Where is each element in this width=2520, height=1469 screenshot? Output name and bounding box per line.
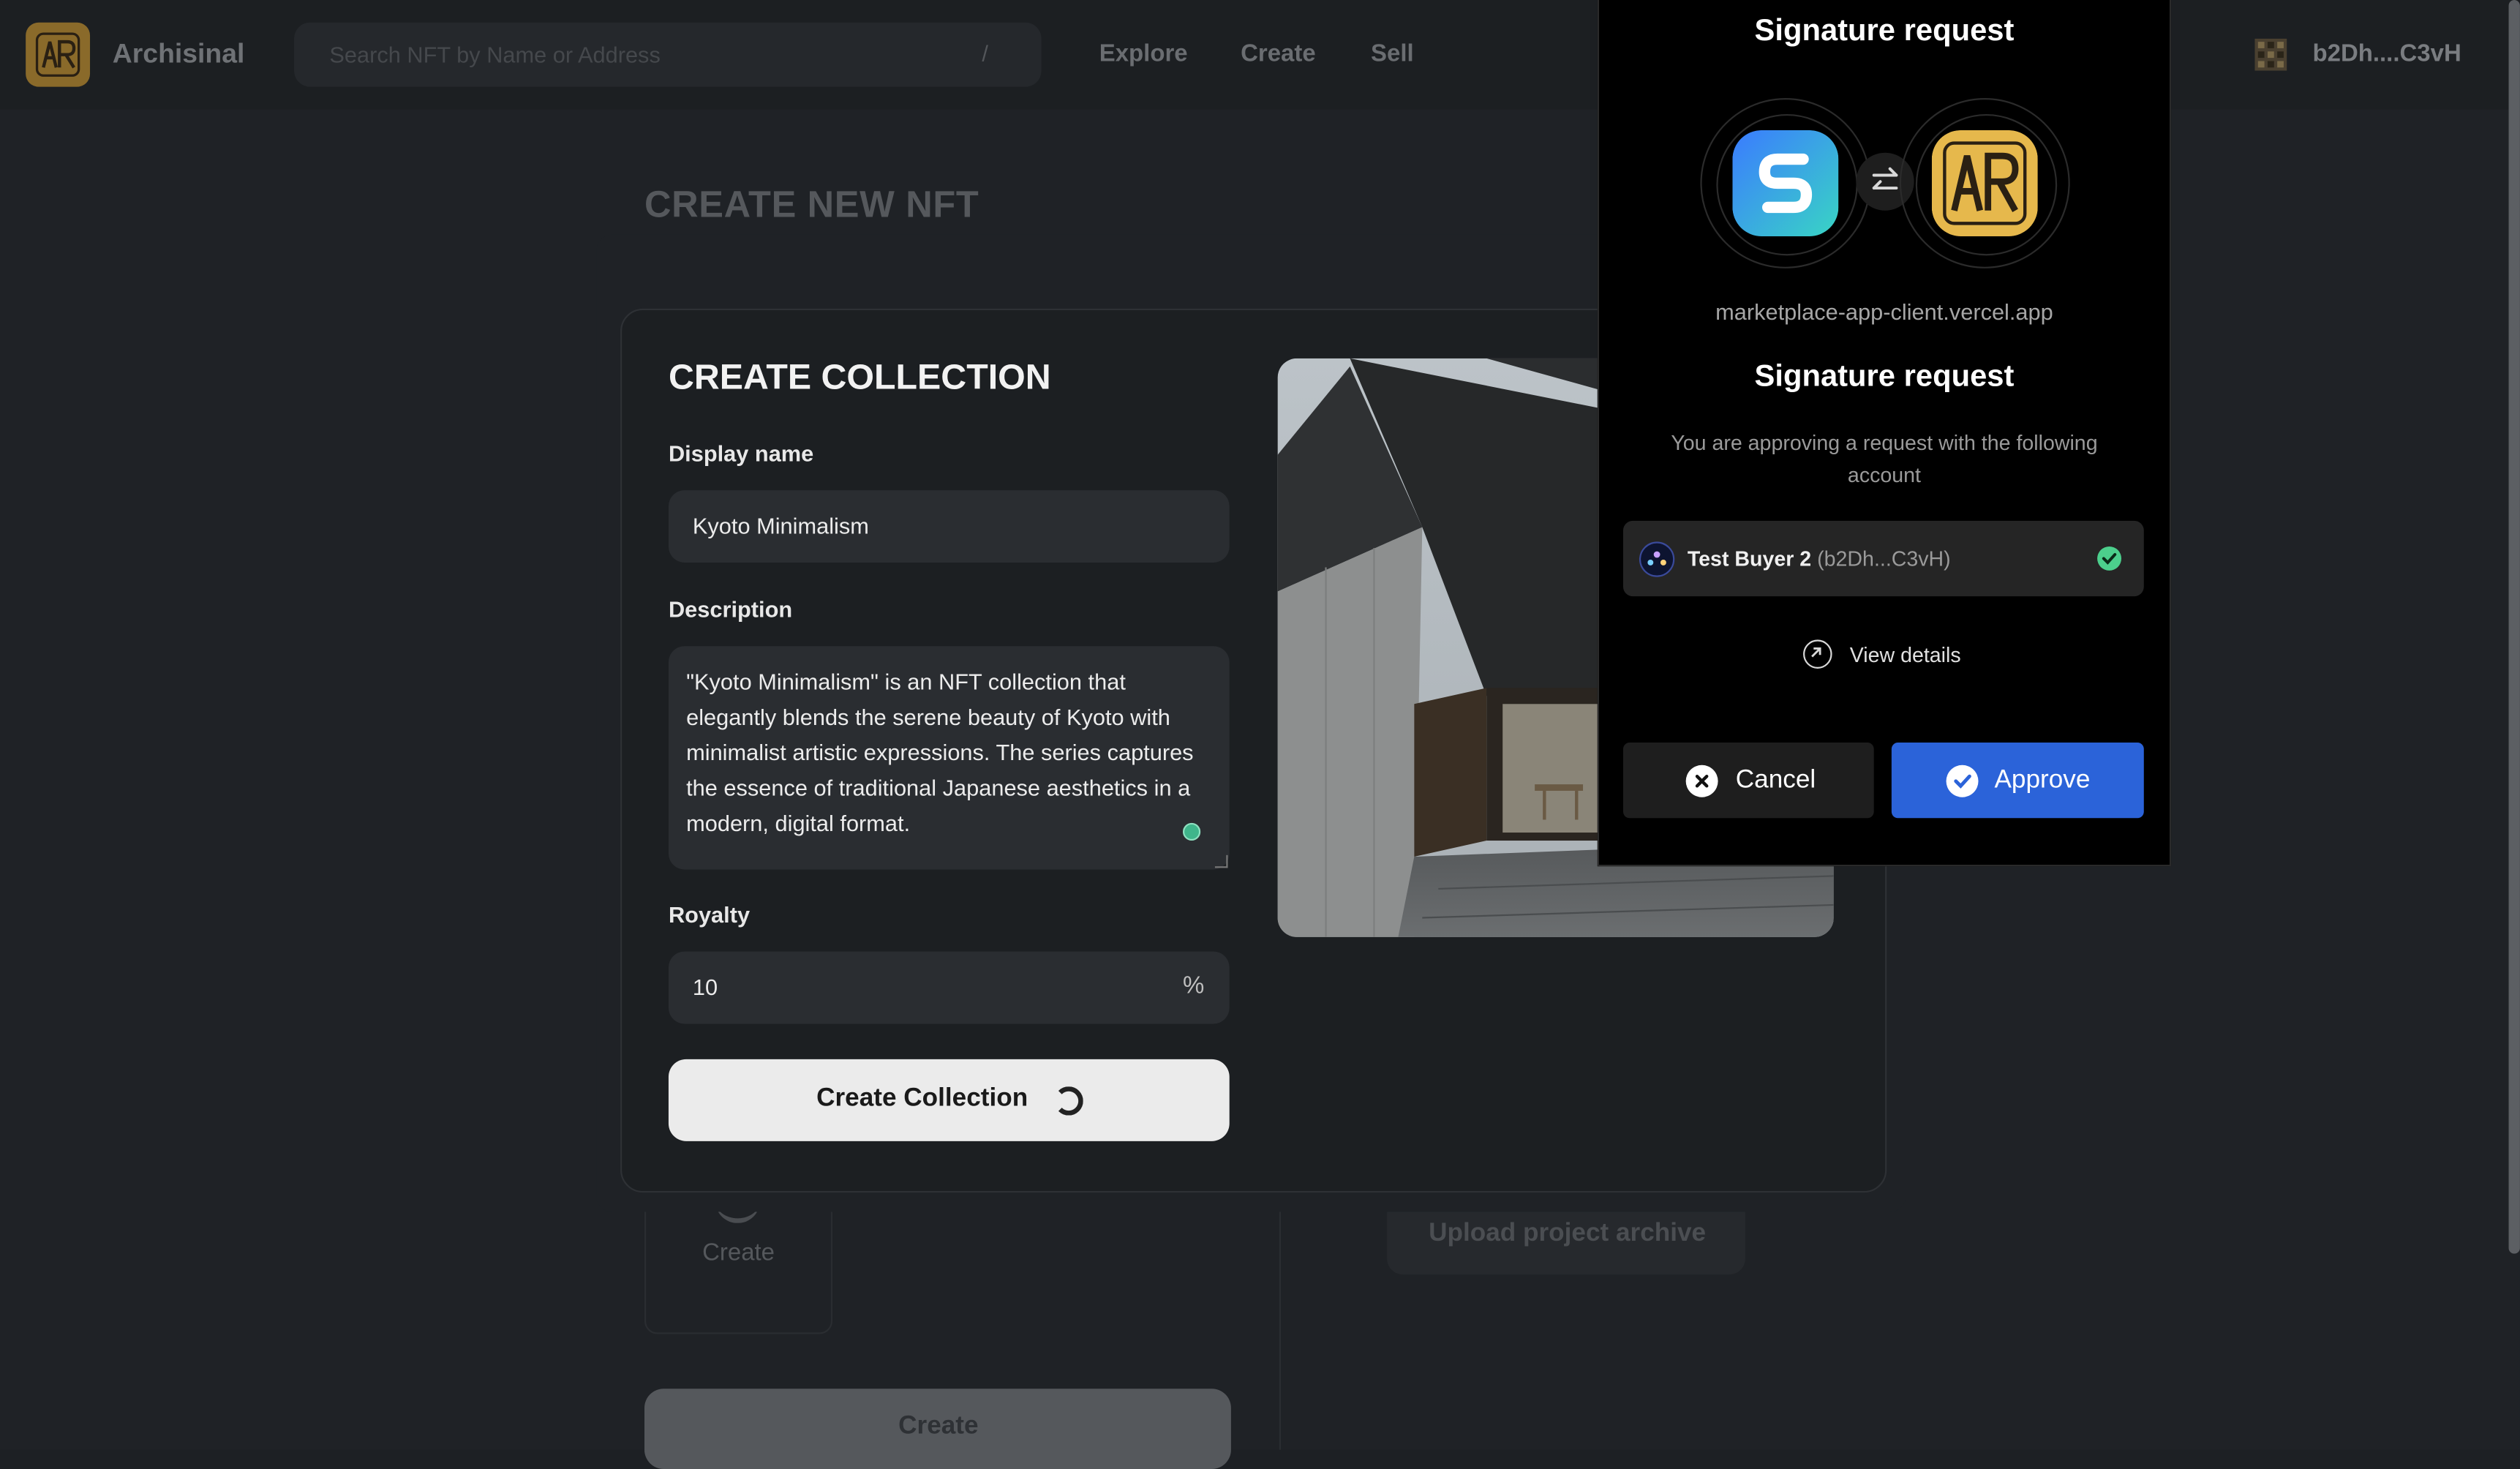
account-avatar-icon (1639, 541, 1675, 577)
nav-sell[interactable]: Sell (1371, 40, 1414, 67)
request-domain: marketplace-app-client.vercel.app (1715, 298, 2053, 325)
cancel-button[interactable]: Cancel (1622, 743, 1874, 819)
royalty-value: 10 (692, 974, 718, 1000)
account-label: Test Buyer 2 (b2Dh...C3vH) (1688, 546, 1951, 571)
wallet-signature-popup: Signature request marketplace-app-client… (1597, 0, 2172, 867)
cancel-label: Cancel (1735, 766, 1816, 794)
nav-explore[interactable]: Explore (1099, 40, 1188, 67)
search-placeholder: Search NFT by Name or Address (329, 42, 661, 68)
popup-description: You are approving a request with the fol… (1671, 430, 2098, 487)
display-name-label: Display name (668, 440, 814, 467)
description-value: "Kyoto Minimalism" is an NFT collection … (686, 668, 1194, 836)
account-selector[interactable]: Test Buyer 2 (b2Dh...C3vH) (1622, 520, 2144, 597)
archisinal-logo-icon[interactable] (26, 22, 91, 87)
upload-archive-label: Upload project archive (1429, 1220, 1707, 1247)
view-details-link[interactable]: View details (1850, 643, 1961, 667)
description-textarea[interactable]: "Kyoto Minimalism" is an NFT collection … (668, 646, 1230, 870)
royalty-label: Royalty (668, 901, 751, 928)
popup-title: Signature request (1754, 360, 2015, 394)
wallet-app-ring (1700, 98, 1871, 268)
page-scrollbar[interactable] (2508, 0, 2520, 1254)
wallet-address[interactable]: b2Dh....C3vH (2312, 40, 2461, 67)
create-nft-label: Create (898, 1413, 979, 1440)
display-name-input[interactable]: Kyoto Minimalism (668, 490, 1230, 563)
account-address: (b2Dh...C3vH) (1817, 546, 1951, 571)
nav-create[interactable]: Create (1241, 40, 1316, 67)
wallet-identicon-icon[interactable] (2254, 38, 2287, 71)
arrow-up-right-icon[interactable] (1803, 639, 1832, 669)
dapp-ring (1899, 98, 2070, 268)
brand-name[interactable]: Archisinal (113, 39, 245, 71)
archisinal-dapp-logo-icon (1931, 129, 2038, 236)
description-label: Description (668, 596, 793, 623)
display-name-value: Kyoto Minimalism (692, 512, 869, 538)
approve-label: Approve (1994, 766, 2091, 794)
search-input[interactable]: Search NFT by Name or Address / (294, 22, 1042, 87)
grammar-status-icon[interactable] (1182, 822, 1201, 841)
approve-button[interactable]: Approve (1891, 743, 2144, 819)
royalty-unit: % (1182, 972, 1205, 1000)
step-create-label: Create (702, 1239, 775, 1267)
loading-spinner-icon (1054, 1086, 1083, 1116)
sui-wallet-logo-icon (1732, 129, 1839, 236)
create-collection-label: Create Collection (816, 1084, 1028, 1113)
account-name: Test Buyer 2 (1687, 546, 1812, 571)
account-selected-check-icon (2097, 546, 2122, 571)
check-icon (1946, 764, 1979, 797)
royalty-input[interactable]: 10 % (668, 951, 1230, 1024)
search-shortcut-hint: / (982, 40, 988, 67)
close-icon (1685, 764, 1718, 797)
popup-header-title: Signature request (1754, 14, 2015, 48)
create-collection-button[interactable]: Create Collection (668, 1059, 1230, 1141)
page-title: CREATE NEW NFT (644, 183, 979, 225)
resize-handle-icon[interactable] (1214, 854, 1228, 868)
collection-title: CREATE COLLECTION (668, 356, 1051, 397)
